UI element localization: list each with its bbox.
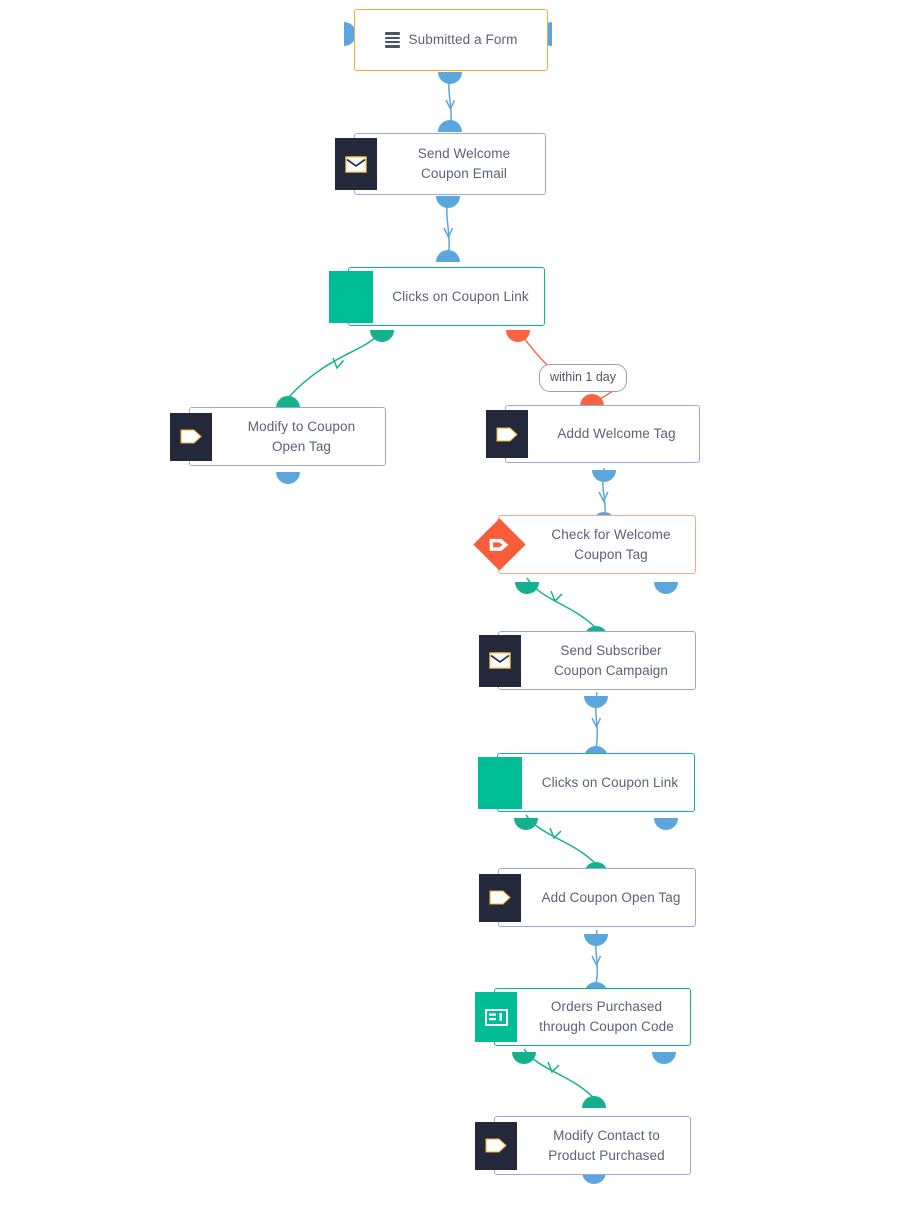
diamond-shape xyxy=(472,518,526,571)
node-submitted-a-form[interactable]: Submitted a Form xyxy=(354,9,548,71)
node-label-modify-contact-to-product-purchased: Modify Contact to Product Purchased xyxy=(548,1127,665,1163)
node-modify-to-coupon-open-tag[interactable]: Modify to Coupon Open Tag xyxy=(170,407,386,466)
node-label-orders-purchased-through-coupon-code: Orders Purchased through Coupon Code xyxy=(539,999,674,1034)
tag-icon-glyph xyxy=(496,426,518,442)
node-label-clicks-on-coupon-link-2: Clicks on Coupon Link xyxy=(541,774,679,790)
envelope-icon-glyph xyxy=(345,155,367,173)
node-send-welcome-coupon-email[interactable]: Send Welcome Coupon Email xyxy=(335,133,546,195)
port-form-left[interactable] xyxy=(344,22,356,46)
node-label-send-welcome-coupon-email: Send Welcome Coupon Email xyxy=(417,146,511,181)
node-label-clicks-on-coupon-link-1: Clicks on Coupon Link xyxy=(392,288,529,304)
tag-icon-glyph xyxy=(489,890,511,905)
tag-condition-icon xyxy=(472,518,526,571)
node-modify-contact-to-product-purchased[interactable]: Modify Contact to Product Purchased xyxy=(475,1116,691,1175)
orders-icon-glyph xyxy=(484,1008,508,1026)
node-add-coupon-open-tag[interactable]: Add Coupon Open Tag xyxy=(479,868,696,927)
tag-condition-icon-glyph xyxy=(489,537,510,553)
node-send-subscriber-coupon-campaign[interactable]: Send Subscriber Coupon Campaign xyxy=(479,631,696,690)
tag-icon xyxy=(486,410,528,458)
node-label-wrapper: Submitted a Form xyxy=(355,30,547,50)
node-clicks-on-coupon-link-1[interactable]: Clicks on Coupon Link xyxy=(329,267,545,326)
envelope-icon-glyph xyxy=(489,652,511,669)
envelope-icon xyxy=(479,634,521,687)
tag-icon-glyph xyxy=(180,429,202,444)
node-label-add-coupon-open-tag: Add Coupon Open Tag xyxy=(541,889,681,905)
node-label-addd-welcome-tag: Addd Welcome Tag xyxy=(557,426,676,441)
tag-icon-glyph xyxy=(485,1138,507,1153)
node-label-modify-to-coupon-open-tag: Modify to Coupon Open Tag xyxy=(247,418,356,454)
workflow-canvas[interactable]: Submitted a Form Send Welcome Coupon Ema… xyxy=(0,0,900,1216)
envelope-icon xyxy=(335,138,377,190)
node-clicks-on-coupon-link-2[interactable]: Clicks on Coupon Link xyxy=(478,753,695,812)
tag-icon xyxy=(170,412,212,461)
node-check-for-welcome-coupon-tag[interactable]: Check for Welcome Coupon Tag xyxy=(472,515,696,574)
node-addd-welcome-tag[interactable]: Addd Welcome Tag xyxy=(486,405,700,463)
tag-icon xyxy=(475,1121,517,1170)
node-label-submitted-a-form: Submitted a Form xyxy=(408,32,518,47)
node-label-send-subscriber-coupon-campaign: Send Subscriber Coupon Campaign xyxy=(553,642,669,678)
edge-label-within-1-day[interactable]: within 1 day xyxy=(539,364,628,392)
node-label-check-for-welcome-coupon-tag: Check for Welcome Coupon Tag xyxy=(551,526,671,562)
tag-icon xyxy=(479,873,521,922)
click-event-icon xyxy=(329,270,373,323)
orders-icon xyxy=(475,992,517,1042)
list-icon xyxy=(384,32,400,48)
node-orders-purchased-through-coupon-code[interactable]: Orders Purchased through Coupon Code xyxy=(475,988,691,1046)
click-event-icon xyxy=(478,756,522,809)
